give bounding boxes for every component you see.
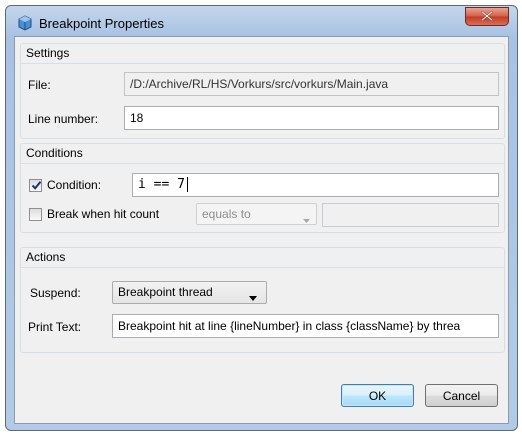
- condition-text: i == 7: [138, 177, 185, 192]
- hit-count-label: Break when hit count: [47, 207, 160, 221]
- actions-group: Actions Suspend: Breakpoint thread Print…: [20, 247, 505, 353]
- line-number-label: Line number:: [28, 112, 99, 126]
- file-field[interactable]: /D:/Archive/RL/HS/Vorkurs/src/vorkurs/Ma…: [124, 72, 499, 96]
- conditions-group: Conditions Condition: i == 7 Break when …: [20, 143, 505, 233]
- title-bar[interactable]: Breakpoint Properties: [6, 6, 517, 36]
- ok-button[interactable]: OK: [341, 384, 414, 407]
- actions-group-title: Actions: [26, 250, 66, 264]
- conditions-divider: [21, 163, 504, 164]
- settings-divider: [21, 63, 504, 64]
- hit-count-value-field[interactable]: [322, 203, 499, 227]
- hit-count-operator-value: equals to: [202, 207, 251, 221]
- line-number-field[interactable]: 18: [124, 106, 499, 130]
- file-label: File:: [28, 78, 51, 92]
- actions-divider: [21, 267, 504, 268]
- dialog-content: Settings File: /D:/Archive/RL/HS/Vorkurs…: [14, 36, 509, 424]
- dropdown-arrow-icon: [249, 290, 257, 304]
- print-text-field[interactable]: Breakpoint hit at line {lineNumber} in c…: [112, 314, 499, 338]
- cancel-button[interactable]: Cancel: [425, 384, 498, 407]
- close-button[interactable]: [465, 7, 509, 26]
- suspend-value: Breakpoint thread: [118, 285, 213, 299]
- settings-group: Settings File: /D:/Archive/RL/HS/Vorkurs…: [20, 43, 505, 139]
- suspend-select[interactable]: Breakpoint thread: [112, 281, 267, 304]
- suspend-label: Suspend:: [30, 286, 81, 300]
- settings-group-title: Settings: [26, 46, 70, 60]
- breakpoint-properties-dialog: Breakpoint Properties Settings File: /D:…: [5, 5, 518, 431]
- condition-checkbox[interactable]: [29, 179, 42, 192]
- close-icon: [480, 10, 494, 24]
- condition-field[interactable]: i == 7: [132, 173, 499, 197]
- hit-count-operator-select[interactable]: equals to: [196, 203, 317, 225]
- dropdown-arrow-icon: [303, 212, 310, 226]
- condition-label: Condition:: [47, 178, 102, 192]
- netbeans-app-icon: [17, 15, 33, 31]
- conditions-group-title: Conditions: [26, 146, 83, 160]
- checkmark-icon: [31, 181, 42, 190]
- window-title: Breakpoint Properties: [39, 16, 165, 31]
- hit-count-checkbox[interactable]: [29, 208, 42, 221]
- text-caret: [186, 177, 188, 192]
- print-text-label: Print Text:: [28, 320, 82, 334]
